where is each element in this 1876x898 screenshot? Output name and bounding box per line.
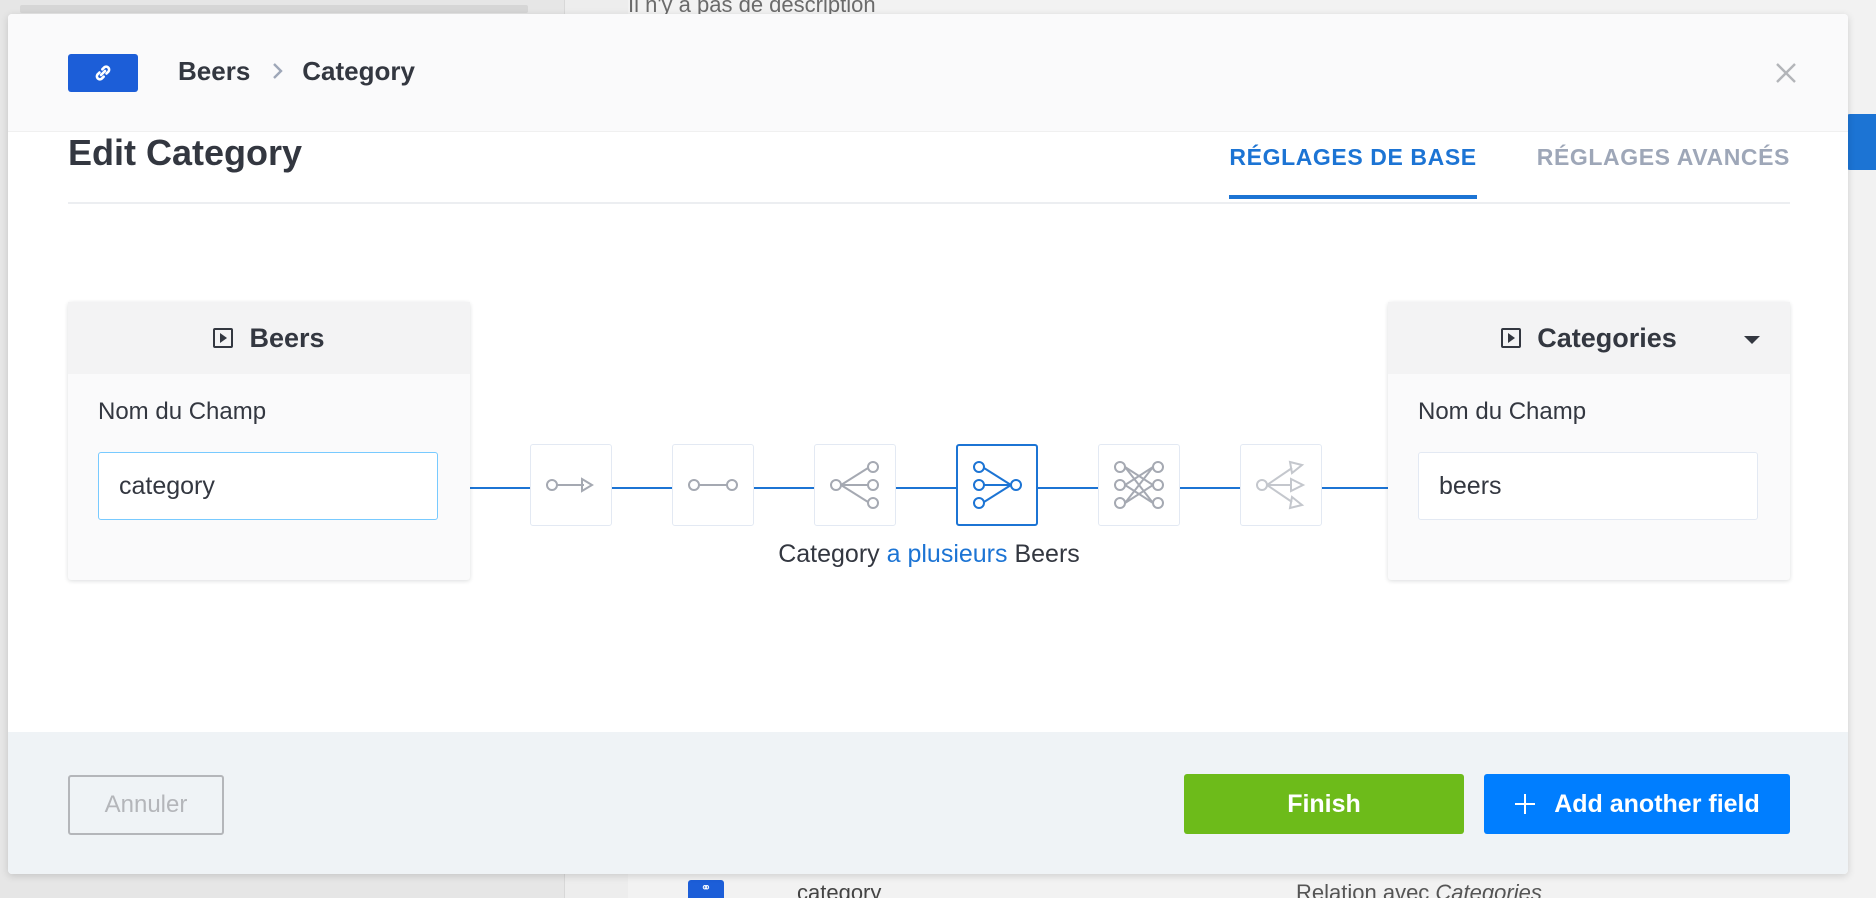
relation-type-many-to-one[interactable] (956, 444, 1038, 526)
background-relation-text: Relation avec Categories (1296, 880, 1542, 898)
background-link-icon: ⚭ (688, 880, 724, 898)
right-card-header[interactable]: Categories (1388, 302, 1790, 374)
relation-type-one-way[interactable] (530, 444, 612, 526)
link-icon (68, 54, 138, 92)
caret-down-icon[interactable] (1744, 336, 1760, 344)
breadcrumb-item-category: Category (302, 56, 415, 86)
plus-icon (1514, 789, 1536, 819)
relation-type-many-way[interactable] (1240, 444, 1322, 526)
chevron-right-icon (272, 56, 284, 87)
modal-footer: Annuler Finish Add another field (8, 732, 1848, 874)
one-way-icon (546, 477, 594, 493)
add-another-field-button[interactable]: Add another field (1484, 774, 1790, 834)
content-type-icon (213, 328, 234, 348)
many-to-many-icon (1114, 461, 1164, 509)
breadcrumb-item-beers[interactable]: Beers (178, 56, 250, 87)
many-way-icon (1256, 460, 1306, 510)
one-to-many-icon (830, 461, 879, 509)
title-row: Edit Category RÉGLAGES DE BASE RÉGLAGES … (68, 122, 1790, 204)
breadcrumb: Beers Category (178, 56, 415, 87)
right-field-name-input[interactable] (1418, 452, 1758, 520)
relation-type-many-to-many[interactable] (1098, 444, 1180, 526)
right-field-label: Nom du Champ (1418, 398, 1587, 425)
one-to-one-icon (688, 479, 738, 491)
many-to-one-icon (973, 461, 1022, 509)
add-another-field-label: Add another field (1554, 789, 1760, 818)
close-icon[interactable] (1774, 52, 1798, 92)
left-field-label: Nom du Champ (98, 398, 267, 425)
page-title: Edit Category (68, 132, 303, 173)
relation-editor: Beers Nom du Champ category Category a p… (68, 290, 1790, 580)
left-content-type-name: Beers (249, 322, 325, 353)
relation-caption-object: Beers (1014, 540, 1080, 568)
left-card-header: Beers (68, 302, 470, 374)
background-sidebar-bar (20, 5, 528, 13)
finish-button[interactable]: Finish (1184, 774, 1464, 834)
tab-basic-settings[interactable]: RÉGLAGES DE BASE (1229, 144, 1477, 199)
background-field-name: category (797, 880, 882, 898)
content-type-icon (1501, 328, 1522, 348)
relation-caption-verb: a plusieurs (886, 540, 1008, 568)
cancel-button[interactable]: Annuler (68, 775, 224, 835)
modal-header: Beers Category (8, 14, 1848, 132)
edit-relation-modal: Beers Category Edit Category RÉGLAGES DE… (8, 14, 1848, 874)
left-field-name-input[interactable] (98, 452, 438, 520)
right-content-type-name: Categories (1537, 322, 1677, 353)
background-button (1846, 114, 1876, 170)
relation-caption-subject: Category (778, 540, 880, 568)
settings-tabs: RÉGLAGES DE BASE RÉGLAGES AVANCÉS (1169, 144, 1790, 199)
relation-type-one-to-one[interactable] (672, 444, 754, 526)
relation-type-one-to-many[interactable] (814, 444, 896, 526)
right-content-type-card: Categories Nom du Champ (1388, 302, 1790, 580)
background-relation-target: Categories (1435, 880, 1542, 898)
left-content-type-card: Beers Nom du Champ (68, 302, 470, 580)
tab-advanced-settings[interactable]: RÉGLAGES AVANCÉS (1537, 144, 1790, 199)
background-relation-prefix: Relation avec (1296, 880, 1436, 898)
